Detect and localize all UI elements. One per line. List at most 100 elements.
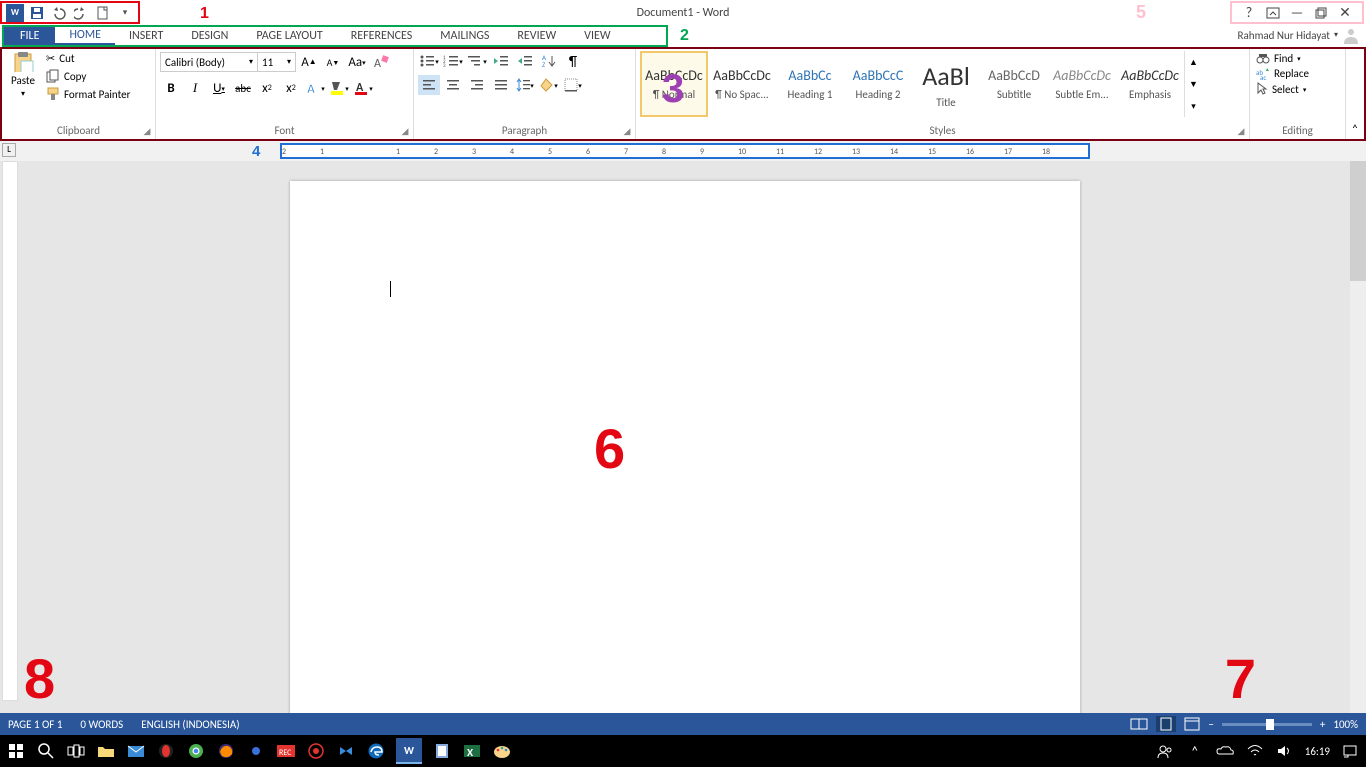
find-button[interactable]: Find▾	[1254, 51, 1341, 66]
vs-icon[interactable]	[336, 741, 356, 761]
page[interactable]	[290, 181, 1080, 713]
font-dialog-icon[interactable]: ◢	[399, 125, 411, 137]
style-heading2[interactable]: AaBbCcCHeading 2	[844, 51, 912, 117]
font-color-icon[interactable]: A▾	[352, 77, 374, 99]
wifi-icon[interactable]	[1245, 741, 1265, 761]
numbering-icon[interactable]: 123▾	[442, 51, 464, 71]
restore-icon[interactable]	[1310, 4, 1332, 22]
record-circle-icon[interactable]	[306, 741, 326, 761]
replace-button[interactable]: abacReplace	[1254, 66, 1341, 81]
page-count[interactable]: PAGE 1 OF 1	[8, 718, 62, 731]
redo-icon[interactable]	[72, 4, 90, 22]
align-right-icon[interactable]	[466, 75, 488, 95]
dec-indent-icon[interactable]	[490, 51, 512, 71]
ribbon-display-icon[interactable]	[1262, 4, 1284, 22]
zoom-in-icon[interactable]: +	[1320, 718, 1325, 731]
clock[interactable]: 16:19	[1305, 745, 1330, 758]
explorer-icon[interactable]	[96, 741, 116, 761]
word-count[interactable]: 0 WORDS	[80, 718, 123, 731]
zoom-slider[interactable]	[1222, 723, 1312, 726]
tray-up-icon[interactable]: ˄	[1185, 741, 1205, 761]
align-center-icon[interactable]	[442, 75, 464, 95]
tab-review[interactable]: REVIEW	[503, 27, 570, 45]
subscript-button[interactable]: x2	[256, 77, 278, 99]
tab-design[interactable]: DESIGN	[177, 27, 242, 45]
tab-insert[interactable]: INSERT	[115, 27, 177, 45]
zoom-value[interactable]: 100%	[1333, 718, 1358, 731]
web-layout-icon[interactable]	[1184, 717, 1200, 731]
horizontal-ruler[interactable]: 21123456789101112131415161718	[280, 143, 1090, 159]
style-subtitle[interactable]: AaBbCcDSubtitle	[980, 51, 1048, 117]
volume-icon[interactable]	[1275, 741, 1295, 761]
font-name-select[interactable]: Calibri (Body)▾	[160, 52, 258, 72]
styles-more-icon[interactable]: ▾	[1185, 95, 1202, 117]
style-title[interactable]: AaBlTitle	[912, 51, 980, 117]
edge-icon[interactable]	[366, 741, 386, 761]
multilevel-icon[interactable]: ▾	[466, 51, 488, 71]
bold-button[interactable]: B	[160, 77, 182, 99]
select-button[interactable]: Select▾	[1254, 81, 1341, 97]
read-mode-icon[interactable]	[1130, 717, 1148, 731]
copy-button[interactable]: Copy	[44, 68, 132, 84]
italic-button[interactable]: I	[184, 77, 206, 99]
text-effects-icon[interactable]: A▾	[304, 77, 326, 99]
tab-selector-icon[interactable]: L	[2, 143, 16, 157]
shrink-font-icon[interactable]: A▼	[322, 51, 344, 73]
bullets-icon[interactable]: ▾	[418, 51, 440, 71]
people-icon[interactable]	[1155, 741, 1175, 761]
sort-icon[interactable]: AZ	[538, 51, 560, 71]
align-left-icon[interactable]	[418, 75, 440, 95]
notifications-icon[interactable]	[1340, 741, 1360, 761]
excel-icon[interactable]: X	[462, 741, 482, 761]
styles-down-icon[interactable]: ▼	[1185, 73, 1202, 95]
opera-icon[interactable]	[156, 741, 176, 761]
paragraph-dialog-icon[interactable]: ◢	[621, 125, 633, 137]
language[interactable]: ENGLISH (INDONESIA)	[141, 718, 239, 731]
grow-font-icon[interactable]: A▲	[298, 51, 320, 73]
style-nospac[interactable]: AaBbCcDc¶ No Spac...	[708, 51, 776, 117]
style-heading1[interactable]: AaBbCcHeading 1	[776, 51, 844, 117]
borders-icon[interactable]: ▾	[562, 75, 584, 95]
paste-button[interactable]: Paste ▾	[6, 51, 40, 99]
underline-button[interactable]: U▾	[208, 77, 230, 99]
word-task-icon[interactable]: W	[396, 738, 422, 764]
superscript-button[interactable]: x2	[280, 77, 302, 99]
change-case-icon[interactable]: Aa▾	[346, 51, 368, 73]
taskview-icon[interactable]	[66, 741, 86, 761]
notepad-icon[interactable]	[432, 741, 452, 761]
tab-mailings[interactable]: MAILINGS	[426, 27, 503, 45]
user-account[interactable]: Rahmad Nur Hidayat▾	[1238, 26, 1360, 44]
cut-button[interactable]: ✂Cut	[44, 51, 132, 66]
inc-indent-icon[interactable]	[514, 51, 536, 71]
style-emphasis[interactable]: AaBbCcDcEmphasis	[1116, 51, 1184, 117]
vertical-ruler[interactable]	[2, 161, 18, 701]
vertical-scrollbar[interactable]	[1350, 161, 1366, 713]
justify-icon[interactable]	[490, 75, 512, 95]
strike-button[interactable]: abc	[232, 77, 254, 99]
search-icon[interactable]	[36, 741, 56, 761]
onedrive-icon[interactable]	[1215, 741, 1235, 761]
tab-file[interactable]: FILE	[4, 27, 55, 45]
line-spacing-icon[interactable]: ▾	[514, 75, 536, 95]
minimize-icon[interactable]: —	[1286, 4, 1308, 22]
clipboard-dialog-icon[interactable]: ◢	[141, 125, 153, 137]
style-subtleem[interactable]: AaBbCcDcSubtle Em...	[1048, 51, 1116, 117]
tab-references[interactable]: REFERENCES	[337, 27, 427, 45]
tab-home[interactable]: HOME	[55, 27, 115, 45]
close-icon[interactable]: ✕	[1334, 4, 1356, 22]
mail-icon[interactable]	[126, 741, 146, 761]
format-painter-button[interactable]: Format Painter	[44, 86, 132, 102]
highlight-icon[interactable]: ▾	[328, 77, 350, 99]
undo-icon[interactable]	[50, 4, 68, 22]
qat-more-icon[interactable]: ▾	[116, 4, 134, 22]
rec-icon[interactable]: REC	[276, 741, 296, 761]
shading-icon[interactable]: ▾	[538, 75, 560, 95]
paint-icon[interactable]	[492, 741, 512, 761]
zoom-out-icon[interactable]: −	[1208, 718, 1213, 731]
save-icon[interactable]	[28, 4, 46, 22]
print-layout-icon[interactable]	[1156, 716, 1176, 732]
tab-view[interactable]: VIEW	[570, 27, 624, 45]
styles-dialog-icon[interactable]: ◢	[1235, 125, 1247, 137]
tab-page-layout[interactable]: PAGE LAYOUT	[242, 27, 336, 45]
start-icon[interactable]	[6, 741, 26, 761]
